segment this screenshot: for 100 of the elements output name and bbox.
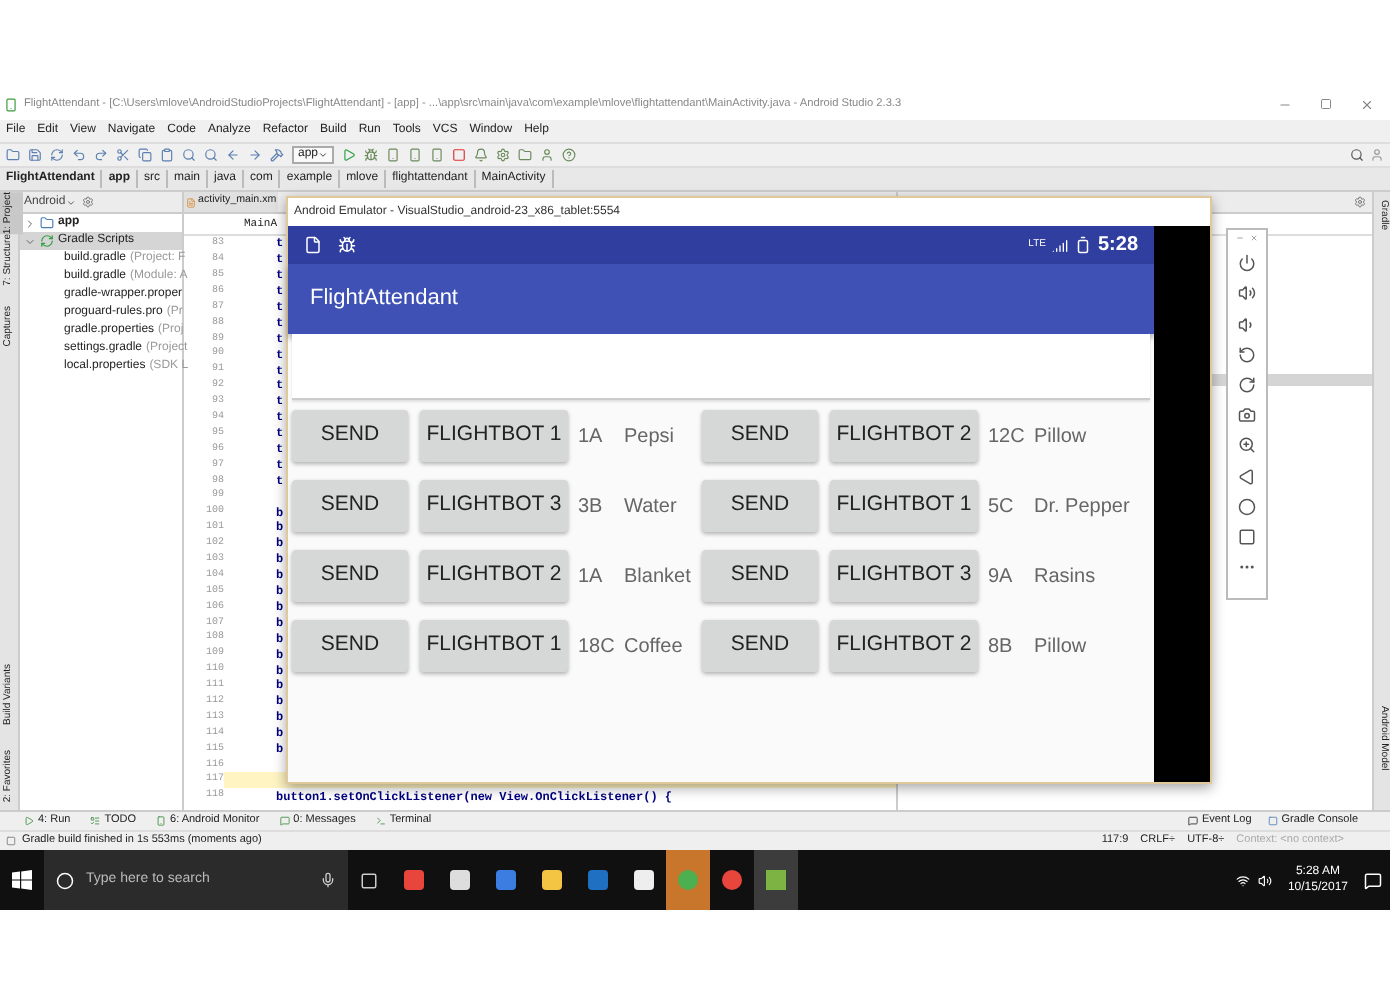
seat-label: 5C	[988, 493, 1016, 521]
battery-icon	[1073, 236, 1092, 254]
item-label: Rasins	[1034, 563, 1096, 591]
rotate-right-icon[interactable]	[1238, 375, 1256, 394]
gradle-icon	[40, 234, 54, 248]
item-label: Water	[624, 493, 677, 521]
zoom-icon[interactable]	[1238, 436, 1256, 455]
toolbar-icon[interactable]	[94, 148, 108, 162]
toolbar-icon[interactable]	[160, 148, 174, 162]
item-label: Pillow	[1034, 633, 1087, 661]
list-icon	[90, 816, 101, 826]
settings-icon[interactable]	[1354, 196, 1366, 208]
toolbar-icon[interactable]	[248, 148, 262, 162]
send-button[interactable]: SEND	[702, 550, 818, 602]
flightbot-button[interactable]: FLIGHTBOT 3	[420, 480, 568, 532]
folder-icon	[40, 216, 54, 230]
power-icon[interactable]	[1238, 254, 1256, 273]
task-view-icon[interactable]	[360, 871, 378, 889]
flightbot-button[interactable]: FLIGHTBOT 1	[420, 410, 568, 462]
toolbar-icon[interactable]	[6, 148, 20, 162]
volume-down-icon[interactable]	[1238, 315, 1256, 334]
back-icon[interactable]	[1238, 467, 1256, 485]
send-button[interactable]: SEND	[702, 620, 818, 672]
android-icon	[338, 236, 356, 254]
flightbot-button[interactable]: FLIGHTBOT 2	[830, 410, 978, 462]
notification-icon[interactable]	[1364, 871, 1382, 889]
send-button[interactable]: SEND	[292, 410, 408, 462]
search-icon[interactable]	[1350, 148, 1364, 162]
flightbot-button[interactable]: FLIGHTBOT 1	[830, 480, 978, 532]
seat-label: 1A	[578, 563, 605, 591]
app-title: FlightAttendant	[310, 284, 458, 315]
camera-icon[interactable]	[1238, 406, 1256, 425]
toolbar-icon[interactable]	[50, 148, 64, 162]
toolbar-icon[interactable]	[518, 148, 533, 162]
run-icon	[24, 816, 34, 826]
send-button[interactable]: SEND	[292, 480, 408, 532]
seat-label: 8B	[988, 633, 1015, 661]
seat-label: 9A	[988, 563, 1015, 591]
taskbar-app-icon[interactable]	[541, 870, 561, 890]
toolbar-icon[interactable]	[342, 148, 357, 162]
toolbar-icon[interactable]	[474, 148, 489, 162]
seat-label: 12C	[988, 423, 1027, 451]
send-button[interactable]: SEND	[292, 620, 408, 672]
toolbar-icon[interactable]	[452, 148, 467, 162]
flightbot-button[interactable]: FLIGHTBOT 3	[830, 550, 978, 602]
toolbar-icon[interactable]	[28, 148, 42, 162]
terminal-icon	[375, 816, 386, 826]
toolbar-icon[interactable]	[182, 148, 196, 162]
toolbar-icon[interactable]	[270, 148, 284, 162]
volume-up-icon[interactable]	[1238, 284, 1256, 303]
phone-icon	[156, 816, 167, 826]
item-label: Dr. Pepper	[1034, 493, 1130, 521]
network-icon[interactable]	[1235, 873, 1250, 887]
item-label: Coffee	[624, 633, 683, 661]
windows-icon[interactable]	[12, 870, 32, 890]
seat-label: 3B	[578, 493, 605, 521]
signal-icon	[1051, 237, 1068, 253]
item-label: Pillow	[1034, 423, 1087, 451]
toolbar-icon[interactable]	[138, 148, 152, 162]
toolbar-icon[interactable]	[540, 148, 555, 162]
flightbot-button[interactable]: FLIGHTBOT 2	[830, 620, 978, 672]
toolbar-icon[interactable]	[430, 148, 445, 162]
console-icon	[1267, 816, 1278, 826]
toolbar-icon[interactable]	[562, 148, 577, 162]
flightbot-button[interactable]: FLIGHTBOT 1	[420, 620, 568, 672]
microphone-icon	[320, 872, 336, 888]
caret-icon	[65, 197, 76, 207]
toolbar-icon[interactable]	[408, 148, 423, 162]
message-icon	[1188, 816, 1198, 826]
volume-icon[interactable]	[1257, 873, 1272, 887]
toolbar-icon[interactable]	[386, 148, 401, 162]
sd-card-icon	[304, 236, 322, 254]
file-icon	[186, 197, 196, 207]
toolbar-icon[interactable]	[72, 148, 86, 162]
maximize-icon[interactable]	[1320, 98, 1332, 110]
taskbar-app-icon[interactable]	[633, 870, 653, 890]
taskbar-app-icon[interactable]	[449, 870, 469, 890]
app-icon	[4, 98, 18, 112]
item-label: Pepsi	[624, 423, 675, 451]
close-icon[interactable]	[1360, 98, 1374, 112]
settings-icon[interactable]	[81, 196, 94, 208]
account-icon[interactable]	[1370, 148, 1384, 162]
seat-label: 18C	[578, 633, 617, 661]
item-label: Blanket	[624, 563, 691, 591]
toolbar-icon[interactable]	[204, 148, 218, 162]
caret-icon	[318, 150, 329, 160]
status-icon	[6, 836, 16, 846]
toolbar-icon[interactable]	[364, 148, 379, 162]
text-field[interactable]	[292, 334, 1150, 400]
cortana-icon	[56, 871, 74, 889]
send-button[interactable]: SEND	[702, 410, 818, 462]
overview-icon[interactable]	[1238, 527, 1256, 546]
flightbot-button[interactable]: FLIGHTBOT 2	[420, 550, 568, 602]
toolbar-icon[interactable]	[496, 148, 511, 162]
home-icon[interactable]	[1238, 497, 1256, 516]
toolbar-icon[interactable]	[226, 148, 240, 162]
toolbar-icon[interactable]	[116, 148, 130, 162]
rotate-left-icon[interactable]	[1238, 345, 1256, 364]
send-button[interactable]: SEND	[702, 480, 818, 532]
send-button[interactable]: SEND	[292, 550, 408, 602]
